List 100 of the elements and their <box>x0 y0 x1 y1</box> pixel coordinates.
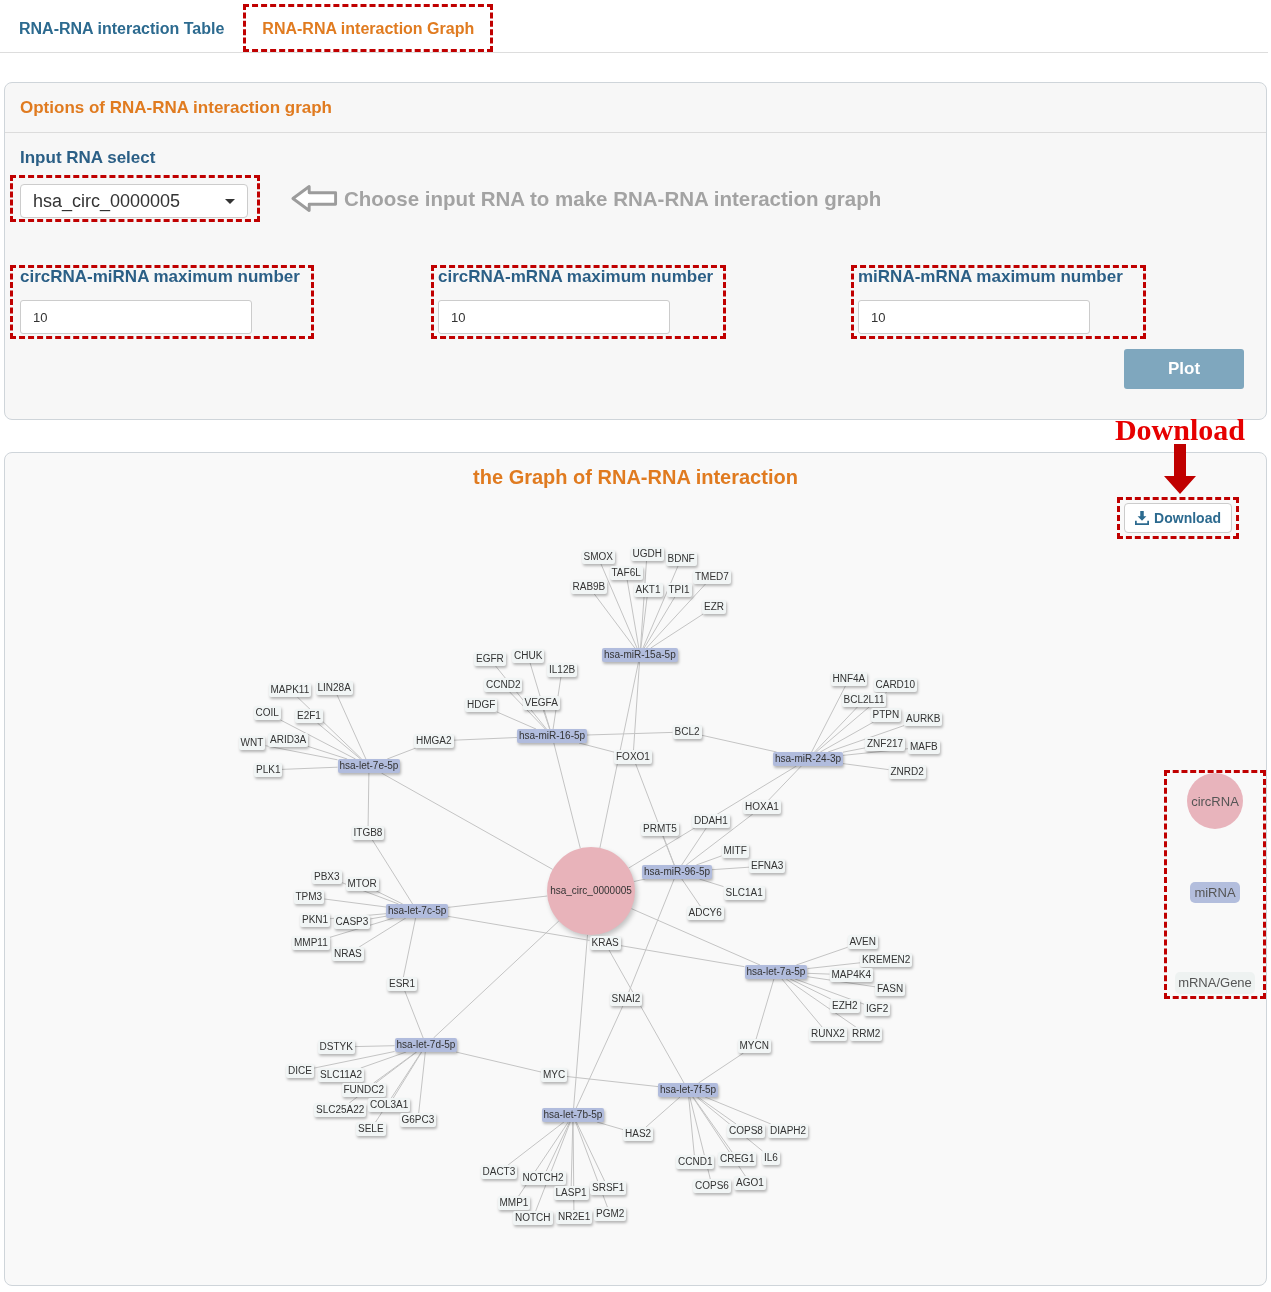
annotation-label: Download <box>1114 416 1245 444</box>
rna-select[interactable]: hsa_circ_0000005 <box>20 184 248 218</box>
mirna-node: hsa-miR-16-5p <box>517 729 588 743</box>
left-arrow-icon <box>290 184 338 213</box>
gene-node: PTPN <box>870 708 902 722</box>
down-arrow-icon <box>1162 444 1197 494</box>
gene-node: MMP1 <box>497 1196 531 1210</box>
gene-node: AGO1 <box>734 1176 766 1190</box>
gene-node: E2F1 <box>295 709 323 723</box>
gene-node: AURKB <box>904 712 943 726</box>
gene-node: VEGFA <box>522 696 560 710</box>
mirna-node: hsa-miR-24-3p <box>773 752 844 766</box>
edge-line <box>367 772 370 827</box>
gene-node: PGM2 <box>594 1207 627 1221</box>
gene-node: HDGF <box>465 698 498 712</box>
mirna-node: hsa-let-7e-5p <box>337 759 401 773</box>
gene-node: PBX3 <box>312 870 342 884</box>
gene-node: FUNDC2 <box>341 1083 387 1097</box>
number-field[interactable]: 10 <box>20 300 252 334</box>
gene-node: WNT <box>238 736 266 750</box>
gene-node: PKN1 <box>300 913 331 927</box>
gene-node: ITGB8 <box>351 826 385 840</box>
gene-node: ZNRD2 <box>888 765 926 779</box>
gene-node: SLC11A2 <box>318 1068 365 1082</box>
gene-node: ESR1 <box>387 977 418 991</box>
gene-node: BDNF <box>665 552 697 566</box>
download-button[interactable]: Download <box>1124 503 1232 533</box>
gene-node: COPS8 <box>727 1124 765 1138</box>
gene-node: SMOX <box>581 550 615 564</box>
gene-node: BCL2L11 <box>841 693 887 707</box>
caret-icon <box>225 198 235 204</box>
gene-node: HOXA1 <box>743 800 781 814</box>
gene-node: DDAH1 <box>692 814 730 828</box>
gene-node: MAPK11 <box>268 683 312 697</box>
edge-line <box>281 766 338 770</box>
panel-title: Options of RNA-RNA interaction graph <box>20 97 332 118</box>
edge-line <box>645 1096 681 1128</box>
gene-node: FASN <box>875 982 906 996</box>
gene-node: SRSF1 <box>590 1181 627 1195</box>
gene-node: ADCY6 <box>686 906 724 920</box>
gene-node: IGF2 <box>864 1002 891 1016</box>
gene-node: CARD10 <box>873 678 917 692</box>
gene-node: MAP4K4 <box>829 968 873 982</box>
download-icon <box>1135 511 1150 525</box>
edge-line <box>755 978 775 1040</box>
edge-line <box>698 1052 744 1084</box>
mirna-node: hsa-let-7b-5p <box>541 1108 605 1122</box>
number-field[interactable]: 10 <box>438 300 670 334</box>
tab[interactable]: RNA-RNA interaction Table <box>3 7 241 49</box>
gene-node: NOTCH <box>513 1211 553 1225</box>
gene-node: RAB9B <box>570 580 608 594</box>
gene-node: LIN28A <box>315 681 353 695</box>
gene-node: G6PC3 <box>399 1113 437 1127</box>
gene-node: HNF4A <box>830 672 868 686</box>
gene-node: MMP11 <box>292 936 330 950</box>
gene-node: CCND2 <box>484 678 523 692</box>
number-field[interactable]: 10 <box>858 300 1090 334</box>
gene-node: MTOR <box>345 877 379 891</box>
gene-node: CREG1 <box>718 1152 757 1166</box>
gene-node: CASP3 <box>333 915 371 929</box>
gene-node: AKT1 <box>633 583 663 597</box>
gene-node: FOXO1 <box>614 750 652 764</box>
field-label: miRNA-mRNA maximum number <box>858 268 1124 286</box>
edge-line <box>404 990 424 1039</box>
gene-node: RUNX2 <box>809 1027 847 1041</box>
gene-node: BCL2 <box>672 725 702 739</box>
gene-node: DIAPH2 <box>768 1124 809 1138</box>
mirna-node: hsa-let-7a-5p <box>744 965 808 979</box>
gene-node: EFNA3 <box>749 859 786 873</box>
gene-node: CCND1 <box>676 1155 715 1169</box>
gene-node: PLK1 <box>254 763 283 777</box>
mirna-node: hsa-let-7d-5p <box>394 1038 458 1052</box>
legend-item: circRNA <box>1187 773 1243 829</box>
gene-node: ARID3A <box>268 733 309 747</box>
gene-node: NR2E1 <box>556 1210 593 1224</box>
gene-node: SLC1A1 <box>723 886 765 900</box>
edge-line <box>453 737 518 741</box>
gene-node: ZNF217 <box>865 737 906 751</box>
gene-node: RRM2 <box>850 1027 883 1041</box>
gene-node: EZR <box>702 600 726 614</box>
gene-node: EZH2 <box>830 999 860 1013</box>
field-label: circRNA-miRNA maximum number <box>20 268 301 286</box>
legend-item: mRNA/Gene <box>1175 972 1255 994</box>
gene-node: KRAS <box>589 936 621 950</box>
mirna-node: hsa-let-7f-5p <box>658 1083 719 1097</box>
panel-title: the Graph of RNA-RNA interaction <box>473 467 798 487</box>
gene-node: SNAI2 <box>609 992 643 1006</box>
gene-node: AVEN <box>847 935 878 949</box>
legend-item: miRNA <box>1190 882 1240 903</box>
field-label: circRNA-mRNA maximum number <box>438 268 715 286</box>
mirna-node: hsa-miR-96-5p <box>642 865 713 879</box>
gene-node: IL6 <box>762 1151 780 1165</box>
gene-node: LASP1 <box>553 1186 589 1200</box>
gene-node: MYC <box>541 1068 568 1082</box>
hint-text: Choose input RNA to make RNA-RNA interaction graph <box>344 186 882 211</box>
circrna-node: hsa_circ_0000005 <box>547 847 635 935</box>
gene-node: TAF6L <box>609 566 643 580</box>
gene-node: DSTYK <box>317 1040 355 1054</box>
gene-node: TPM3 <box>293 890 325 904</box>
edge-line <box>842 763 889 771</box>
